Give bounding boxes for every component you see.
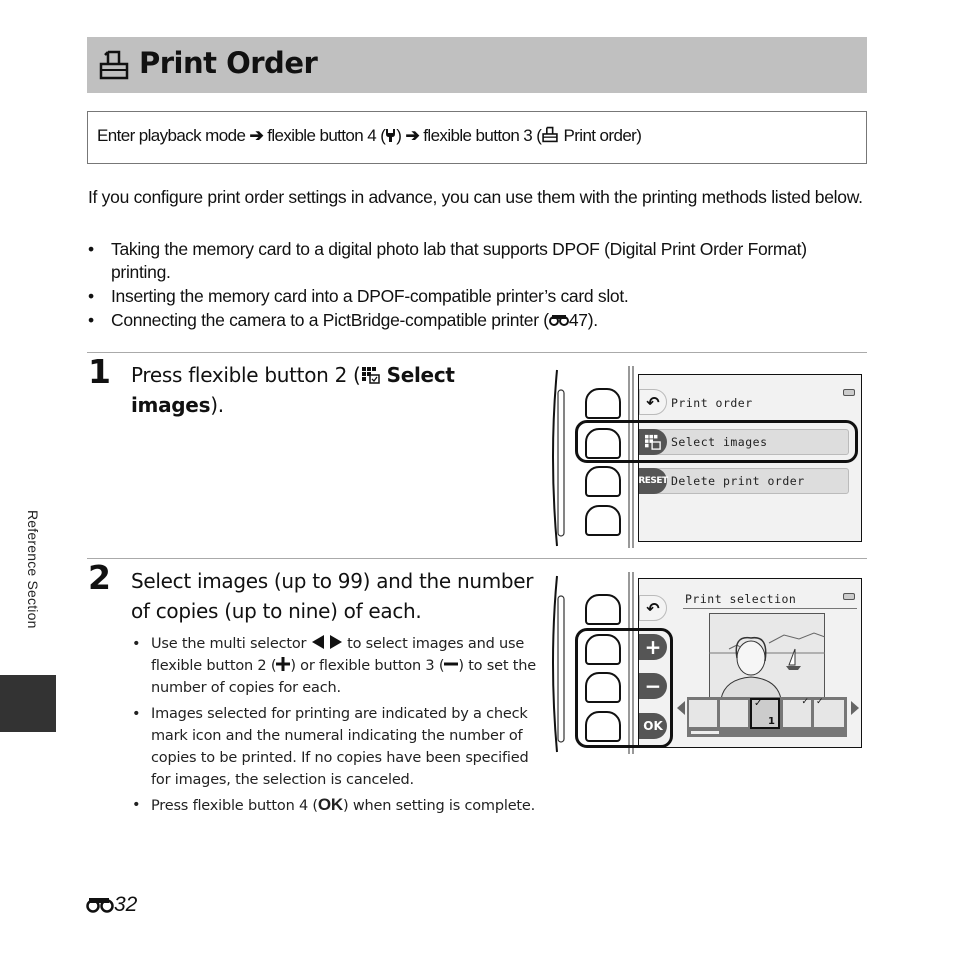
path-step-playback: Enter playback mode (97, 126, 246, 145)
step-number: 1 (88, 352, 111, 391)
back-icon[interactable]: ↶ (639, 595, 667, 621)
flexible-button-1[interactable] (585, 388, 621, 419)
print-order-icon (542, 126, 559, 143)
battery-icon (843, 389, 855, 396)
screen-title: Print selection (685, 592, 797, 606)
list-item: Connecting the camera to a PictBridge-co… (88, 309, 848, 332)
side-tab-marker (0, 675, 56, 732)
image-preview (709, 613, 825, 699)
reset-icon: RESET (638, 468, 668, 494)
path-step-button4: flexible button 4 ( (267, 126, 386, 145)
check-icon: ✓ (816, 697, 824, 707)
divider (87, 558, 867, 559)
wrench-icon (386, 129, 396, 142)
list-item: Taking the memory card to a digital phot… (88, 238, 848, 284)
section-title-bar: Print Order (87, 37, 867, 93)
check-icon: ✓ (754, 698, 763, 709)
flexible-button-1[interactable] (585, 594, 621, 625)
side-tab-label: Reference Section (25, 510, 41, 629)
highlight-outline (575, 628, 673, 748)
thumbnail[interactable] (720, 700, 748, 727)
plus-icon (276, 657, 291, 671)
page-number: 32 (86, 893, 137, 917)
back-icon[interactable]: ↶ (639, 389, 667, 415)
list-item: Images selected for printing are indicat… (132, 703, 546, 791)
battery-icon (843, 593, 855, 600)
title-underline (683, 608, 857, 609)
reference-icon (548, 315, 569, 326)
camera-screen-illustration-1: ↶ Print order Select images RESET Delete… (545, 366, 870, 548)
divider (87, 352, 867, 353)
multi-selector-left-right-icon (311, 635, 342, 649)
print-order-icon (99, 50, 129, 80)
intro-paragraph: If you configure print order settings in… (88, 187, 863, 207)
ok-icon: OK (317, 795, 343, 814)
thumbnail[interactable]: ✓ (783, 697, 811, 727)
menu-path-box: Enter playback mode ➔ flexible button 4 … (87, 111, 867, 164)
list-item: Inserting the memory card into a DPOF-co… (88, 285, 848, 308)
flexible-button-4[interactable] (585, 505, 621, 536)
page-title: Print Order (139, 46, 318, 80)
arrow-right-icon: ➔ (405, 126, 420, 145)
camera-screen-illustration-2: Print selection ↶ + − OK ✓ 1 ✓ ✓ (545, 572, 870, 754)
thumbnail[interactable] (689, 700, 717, 727)
scroll-position-bar (691, 731, 719, 734)
step1-instruction: Press flexible button 2 ( Select images)… (131, 363, 455, 417)
copies-count: 1 (768, 716, 775, 727)
list-item: Use the multi selector to select images … (132, 633, 536, 699)
path-step-button3: flexible button 3 ( (423, 126, 542, 145)
menu-path-text: Enter playback mode ➔ flexible button 4 … (97, 126, 642, 145)
step2-bullet-list: Use the multi selector to select images … (132, 633, 602, 817)
screen-title: Print order (671, 396, 753, 410)
list-item: Press flexible button 4 (OK) when settin… (132, 794, 602, 817)
intro-bullet-list: Taking the memory card to a digital phot… (88, 238, 848, 333)
step2-instruction: Select images (up to 99) and the number … (131, 569, 534, 623)
flexible-button-3[interactable] (585, 466, 621, 497)
reference-icon (86, 898, 114, 913)
step-number: 2 (88, 558, 111, 597)
thumbnail-selected[interactable]: ✓ 1 (750, 698, 780, 729)
minus-icon (444, 662, 459, 666)
check-icon: ✓ (801, 697, 809, 707)
arrow-right-icon: ➔ (249, 126, 264, 145)
scroll-right-arrow[interactable] (851, 701, 859, 715)
select-images-icon (361, 367, 380, 384)
highlight-outline (575, 420, 858, 463)
thumbnail-strip: ✓ 1 ✓ ✓ (687, 697, 847, 737)
thumbnail[interactable]: ✓ (814, 697, 844, 727)
scroll-left-arrow[interactable] (677, 701, 685, 715)
